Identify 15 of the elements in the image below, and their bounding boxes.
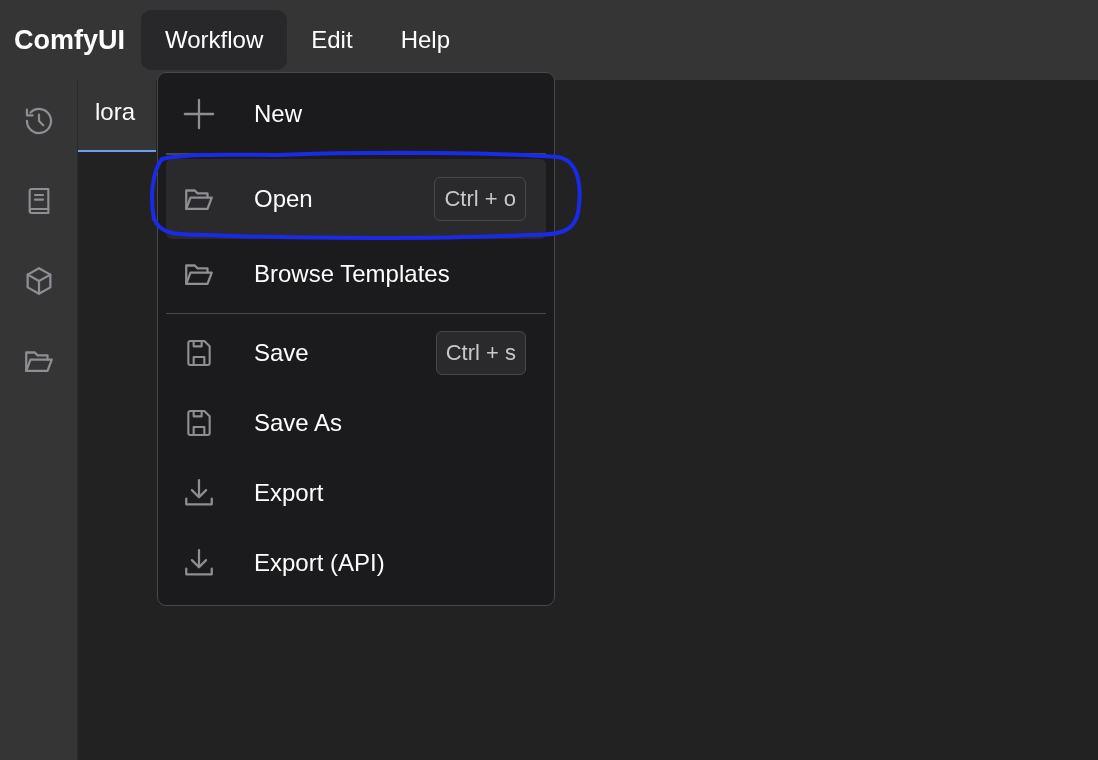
- menu-button[interactable]: Workflow: [141, 10, 288, 70]
- shortcut-key: Ctrl + s: [435, 331, 526, 375]
- menu-item[interactable]: Open Ctrl + o: [166, 158, 546, 239]
- plus-icon: [182, 97, 216, 131]
- menu-item[interactable]: Save Ctrl + s: [166, 318, 546, 388]
- menu-item[interactable]: Browse Templates: [166, 238, 546, 309]
- menu-item[interactable]: Export (API): [166, 528, 546, 598]
- menu-button[interactable]: Edit: [287, 10, 377, 70]
- menu-button[interactable]: Help: [376, 10, 474, 70]
- menu-item[interactable]: Save As: [166, 388, 546, 458]
- workflow-tab[interactable]: lora: [78, 80, 156, 152]
- menu-item[interactable]: Export: [166, 458, 546, 528]
- app-logo: ComfyUI: [14, 24, 125, 56]
- shortcut-key: Ctrl + o: [434, 176, 526, 221]
- menu-item[interactable]: New: [166, 79, 546, 149]
